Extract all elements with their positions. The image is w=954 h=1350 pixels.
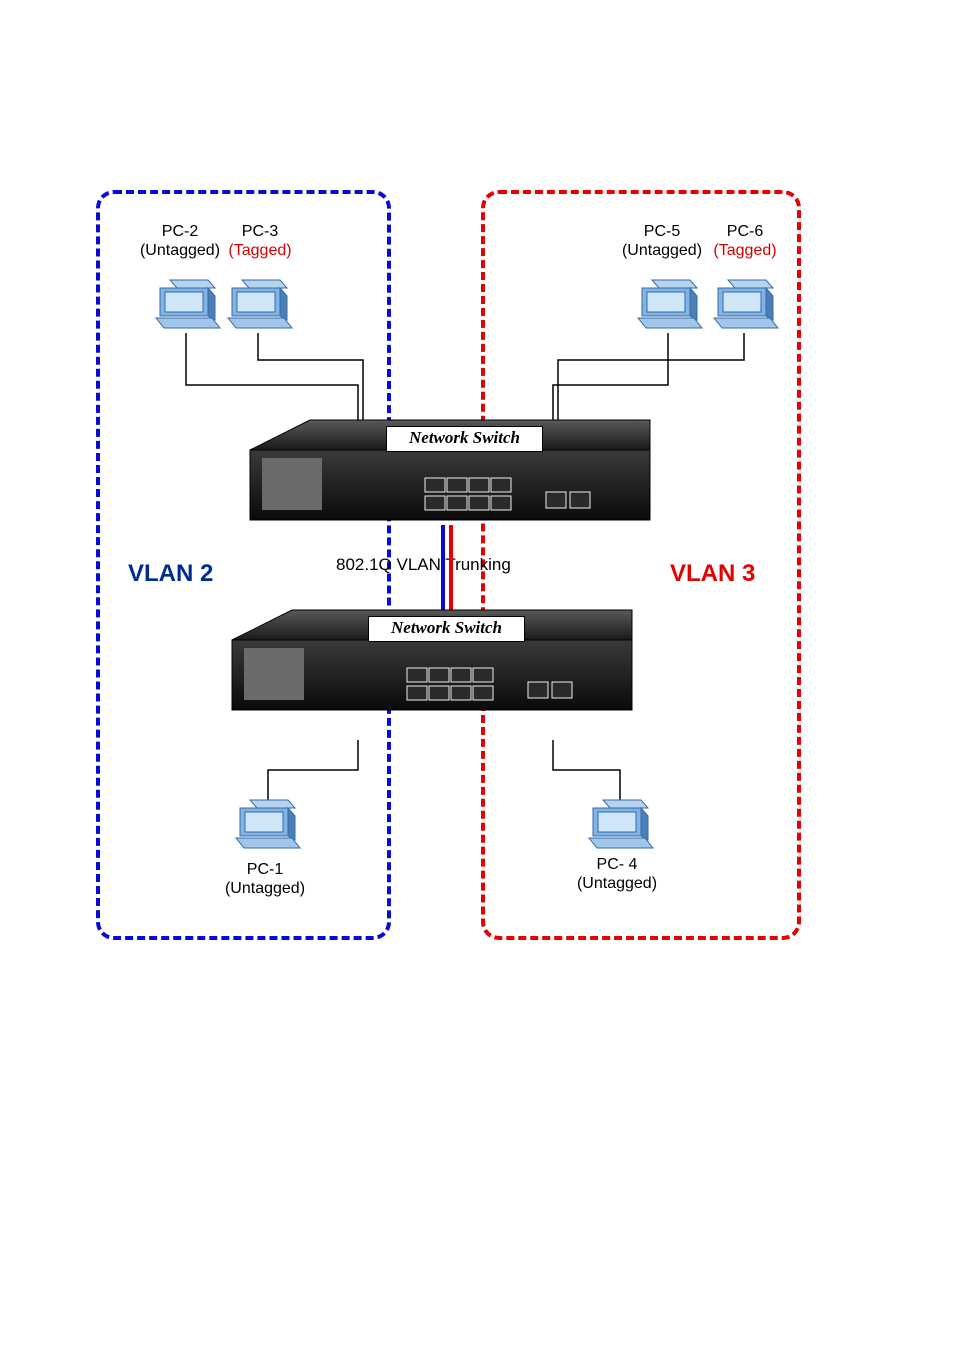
pc1-name: PC-1	[247, 861, 283, 878]
pc1-tag: (Untagged)	[225, 880, 305, 897]
pc1-label: PC-1 (Untagged)	[210, 860, 320, 898]
pc4-icon	[589, 800, 653, 848]
pc1-icon	[236, 800, 300, 848]
bottom-pcs	[0, 0, 954, 1350]
pc4-tag: (Untagged)	[577, 875, 657, 892]
vlan-diagram: VLAN 2 VLAN 3 802.1Q VLAN Trunking	[0, 0, 954, 1350]
pc4-name: PC- 4	[597, 856, 638, 873]
pc4-label: PC- 4 (Untagged)	[562, 855, 672, 893]
